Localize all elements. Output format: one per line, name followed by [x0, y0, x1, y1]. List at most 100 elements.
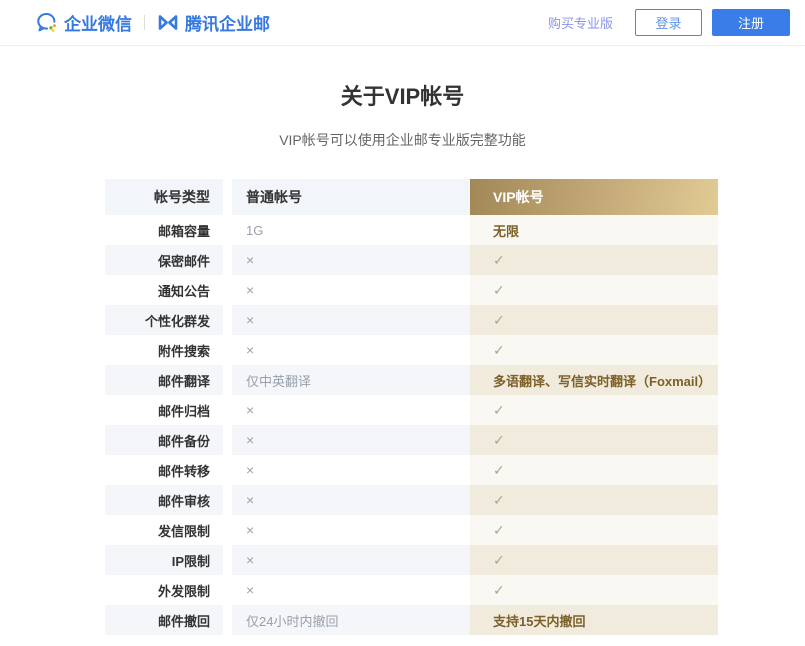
normal-account-value: × — [232, 425, 470, 455]
page-subtitle: VIP帐号可以使用企业邮专业版完整功能 — [0, 131, 805, 149]
vip-comparison-table: 帐号类型 普通帐号 VIP帐号 邮箱容量1G无限保密邮件×✓通知公告×✓个性化群… — [105, 179, 718, 635]
column-gap — [223, 275, 232, 305]
register-button[interactable]: 注册 — [712, 9, 790, 36]
exmail-logo-icon — [157, 13, 179, 32]
cross-icon: × — [246, 312, 254, 328]
feature-label: 邮件备份 — [105, 425, 223, 455]
vip-account-value: ✓ — [470, 425, 718, 455]
normal-value-text: 1G — [246, 223, 263, 238]
page-title: 关于VIP帐号 — [0, 82, 805, 112]
table-row: 邮箱容量 1G 无限 — [105, 215, 718, 245]
vip-account-value: ✓ — [470, 575, 718, 605]
table-body: 邮箱容量1G无限保密邮件×✓通知公告×✓个性化群发×✓附件搜索×✓邮件翻译仅中英… — [105, 215, 718, 635]
column-gap — [223, 575, 232, 605]
column-gap — [223, 365, 232, 395]
check-icon: ✓ — [493, 582, 505, 599]
vip-account-value: ✓ — [470, 335, 718, 365]
table-row: 个性化群发 × ✓ — [105, 305, 718, 335]
feature-label: 个性化群发 — [105, 305, 223, 335]
vip-account-value: ✓ — [470, 395, 718, 425]
column-gap — [223, 515, 232, 545]
buy-pro-link[interactable]: 购买专业版 — [548, 13, 613, 32]
feature-label: 通知公告 — [105, 275, 223, 305]
column-header-vip-account: VIP帐号 — [470, 179, 718, 215]
brand-separator — [144, 15, 145, 30]
table-row: 邮件审核 × ✓ — [105, 485, 718, 515]
table-row: 外发限制 × ✓ — [105, 575, 718, 605]
feature-label: 邮箱容量 — [105, 215, 223, 245]
vip-account-value: ✓ — [470, 485, 718, 515]
wechat-work-brand[interactable]: 企业微信 — [35, 10, 132, 35]
normal-account-value: 仅24小时内撤回 — [232, 605, 470, 635]
feature-label: 邮件归档 — [105, 395, 223, 425]
check-icon: ✓ — [493, 402, 505, 419]
feature-label: 外发限制 — [105, 575, 223, 605]
table-row: 邮件翻译 仅中英翻译 多语翻译、写信实时翻译（Foxmail） — [105, 365, 718, 395]
cross-icon: × — [246, 582, 254, 598]
cross-icon: × — [246, 552, 254, 568]
normal-account-value: × — [232, 305, 470, 335]
column-gap — [223, 485, 232, 515]
cross-icon: × — [246, 522, 254, 538]
brand-area: 企业微信 腾讯企业邮 — [35, 10, 270, 35]
feature-label: 邮件撤回 — [105, 605, 223, 635]
check-icon: ✓ — [493, 252, 505, 269]
normal-value-text: 仅中英翻译 — [246, 371, 311, 390]
cross-icon: × — [246, 492, 254, 508]
normal-value-text: 仅24小时内撤回 — [246, 611, 338, 630]
table-row: 发信限制×✓ — [105, 515, 718, 545]
column-gap — [223, 425, 232, 455]
table-row: 邮件转移×✓ — [105, 455, 718, 485]
feature-label: 邮件翻译 — [105, 365, 223, 395]
check-icon: ✓ — [493, 342, 505, 359]
table-row: IP限制×✓ — [105, 545, 718, 575]
column-gap — [223, 215, 232, 245]
normal-account-value: × — [232, 575, 470, 605]
column-gap — [223, 245, 232, 275]
vip-account-value: ✓ — [470, 515, 718, 545]
vip-account-value: ✓ — [470, 245, 718, 275]
normal-account-value: 1G — [232, 215, 470, 245]
column-gap — [223, 605, 232, 635]
vip-value-text: 多语翻译、写信实时翻译（Foxmail） — [493, 371, 711, 390]
normal-account-value: × — [232, 275, 470, 305]
check-icon: ✓ — [493, 462, 505, 479]
login-button[interactable]: 登录 — [635, 9, 702, 36]
vip-account-value: 多语翻译、写信实时翻译（Foxmail） — [470, 365, 718, 395]
table-row: 保密邮件 × ✓ — [105, 245, 718, 275]
check-icon: ✓ — [493, 282, 505, 299]
column-gap — [223, 179, 232, 215]
table-row: 邮件备份 × ✓ — [105, 425, 718, 455]
nav-actions: 购买专业版 登录 注册 — [548, 9, 790, 36]
vip-account-value: ✓ — [470, 455, 718, 485]
check-icon: ✓ — [493, 312, 505, 329]
column-header-normal-account: 普通帐号 — [232, 179, 470, 215]
normal-account-value: × — [232, 515, 470, 545]
top-nav: 企业微信 腾讯企业邮 购买专业版 登录 注册 — [0, 0, 805, 46]
cross-icon: × — [246, 462, 254, 478]
vip-value-text: 支持15天内撤回 — [493, 611, 585, 630]
check-icon: ✓ — [493, 432, 505, 449]
table-row: 邮件归档 × ✓ — [105, 395, 718, 425]
column-gap — [223, 335, 232, 365]
cross-icon: × — [246, 342, 254, 358]
exmail-brand-label: 腾讯企业邮 — [185, 10, 270, 35]
normal-account-value: × — [232, 245, 470, 275]
table-row: 通知公告 × ✓ — [105, 275, 718, 305]
main-content: 关于VIP帐号 VIP帐号可以使用企业邮专业版完整功能 帐号类型 普通帐号 VI… — [0, 82, 805, 635]
wechat-work-logo-icon — [35, 11, 58, 34]
column-gap — [223, 455, 232, 485]
exmail-brand[interactable]: 腾讯企业邮 — [157, 10, 270, 35]
feature-label: 邮件审核 — [105, 485, 223, 515]
column-gap — [223, 395, 232, 425]
normal-account-value: × — [232, 485, 470, 515]
feature-label: 保密邮件 — [105, 245, 223, 275]
vip-value-text: 无限 — [493, 221, 519, 240]
column-header-account-type: 帐号类型 — [105, 179, 223, 215]
normal-account-value: × — [232, 395, 470, 425]
column-gap — [223, 545, 232, 575]
cross-icon: × — [246, 402, 254, 418]
feature-label: IP限制 — [105, 545, 223, 575]
check-icon: ✓ — [493, 492, 505, 509]
normal-account-value: × — [232, 545, 470, 575]
